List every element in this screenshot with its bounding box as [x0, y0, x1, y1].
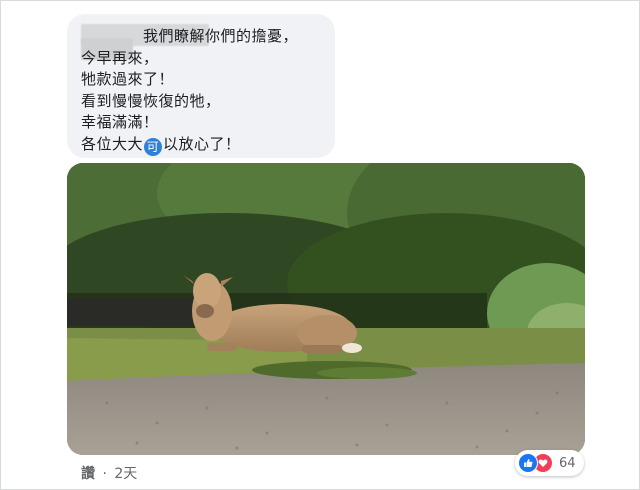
comment-line: 今早再來，: [81, 48, 159, 67]
like-icon: [518, 453, 538, 473]
cow-photo-image: [67, 163, 585, 455]
reactions-summary[interactable]: 64: [515, 450, 584, 476]
comment-actions: 讚 · 2天: [81, 463, 137, 483]
comment-line: 我們瞭解你們的擔憂，: [143, 27, 299, 45]
comment-line-last: 各位大大可以放心了！: [81, 134, 331, 156]
reaction-count: 64: [559, 455, 576, 471]
ke-emoji-icon: 可: [144, 137, 163, 156]
comment-line: 幸福滿滿！: [81, 113, 159, 131]
comment-text: 我們瞭解你們的擔憂， 今早再來， 牠款過來了！ 看到慢慢恢復的牠， 幸福滿滿！ …: [81, 26, 331, 156]
comment-bubble: 我們瞭解你們的擔憂， 今早再來， 牠款過來了！ 看到慢慢恢復的牠， 幸福滿滿！ …: [67, 14, 335, 158]
separator-dot: ·: [102, 466, 107, 482]
comment-line: 牠款過來了！: [81, 70, 175, 88]
like-link[interactable]: 讚: [81, 466, 95, 482]
comment-line-suffix: 以放心了！: [163, 134, 241, 153]
comment-line-prefix: 各位大大: [81, 134, 144, 153]
comment-line: 看到慢慢恢復的牠，: [81, 91, 221, 110]
comment-frame: 我們瞭解你們的擔憂， 今早再來， 牠款過來了！ 看到慢慢恢復的牠， 幸福滿滿！ …: [0, 0, 640, 490]
timestamp[interactable]: 2天: [114, 466, 137, 482]
attached-photo[interactable]: [67, 163, 585, 455]
